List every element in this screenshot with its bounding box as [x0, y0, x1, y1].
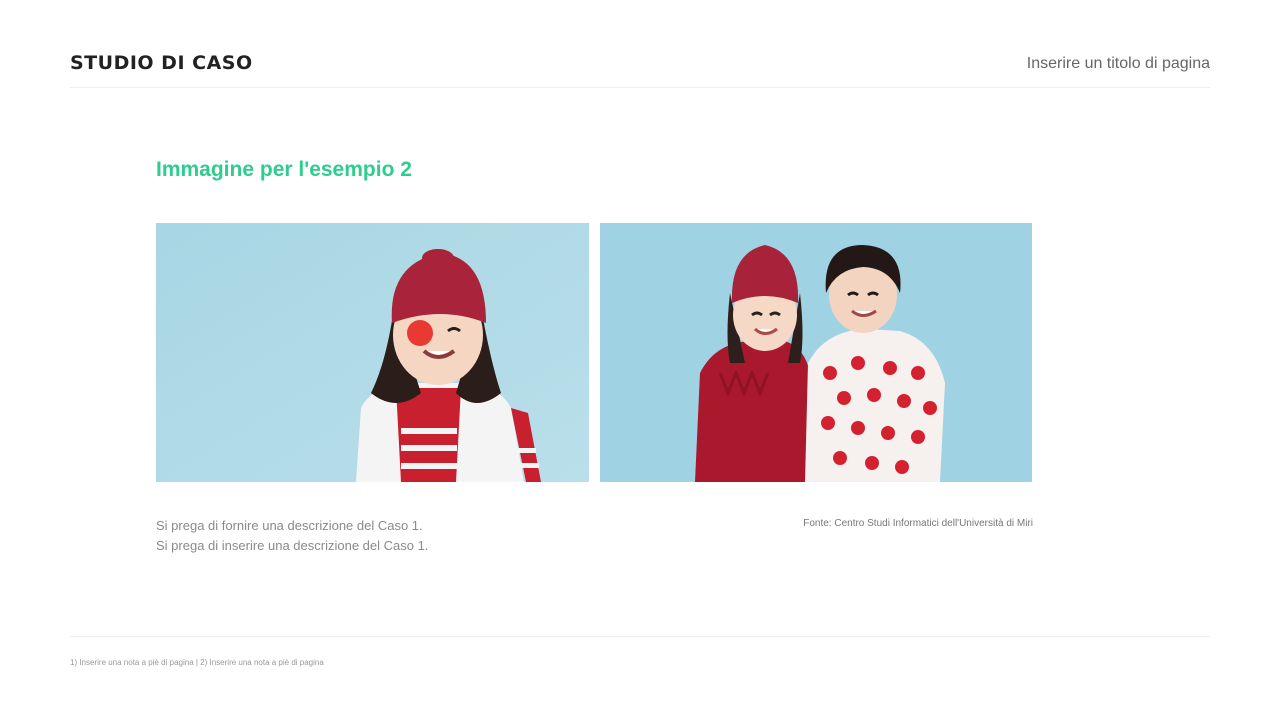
description-line-1: Si prega di fornire una descrizione del … — [156, 518, 423, 533]
header-title: STUDIO DI CASO — [70, 52, 253, 74]
section-heading: Immagine per l'esempio 2 — [156, 158, 412, 181]
image-source: Fonte: Centro Studi Informatici dell'Uni… — [803, 518, 1033, 529]
header-divider — [70, 87, 1210, 88]
case-description: Si prega di fornire una descrizione del … — [156, 516, 428, 556]
page-title: Inserire un titolo di pagina — [1026, 55, 1210, 72]
example-photo-2 — [600, 223, 1032, 482]
description-line-2: Si prega di inserire una descrizione del… — [156, 538, 429, 553]
example-photo-1 — [156, 223, 589, 482]
footer-divider — [70, 636, 1210, 637]
footnote: 1) Inserire una nota a piè di pagina | 2… — [70, 658, 324, 667]
